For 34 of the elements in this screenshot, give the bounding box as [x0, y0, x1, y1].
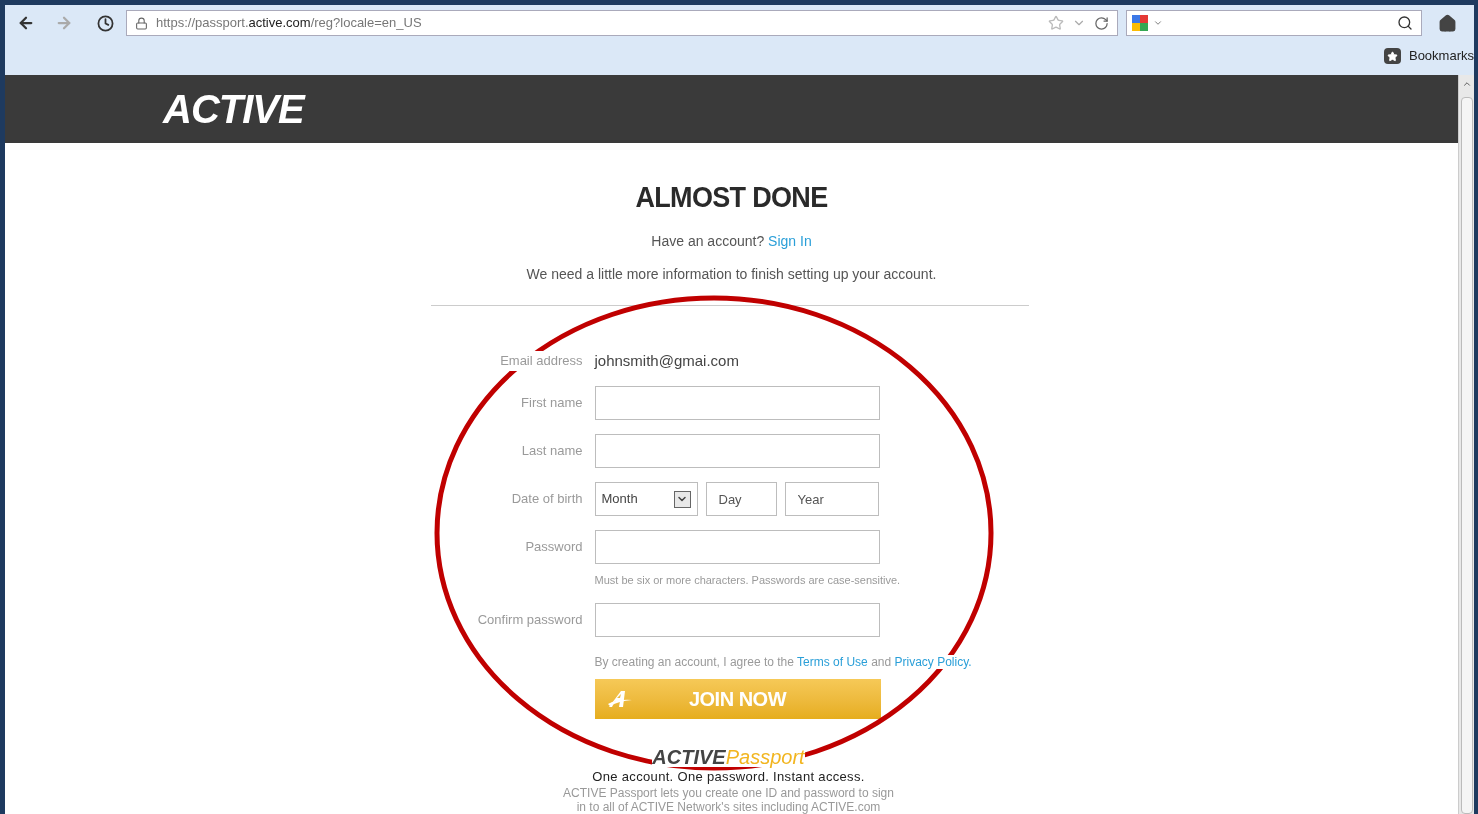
- home-icon[interactable]: [1438, 13, 1457, 33]
- email-value: johnsmith@gmai.com: [594, 350, 739, 371]
- dropdown-icon: [673, 490, 691, 508]
- scrollbar[interactable]: [1458, 75, 1474, 814]
- forward-icon[interactable]: [55, 14, 73, 32]
- url-text: https://passport.active.com/reg?locale=en_US: [156, 14, 423, 33]
- input-field[interactable]: [594, 530, 880, 564]
- password-hint: Must be six or more characters. Passwords are case-sensitive.: [594, 573, 902, 588]
- tagline: One account. One password. Instant access.: [592, 768, 865, 786]
- back-icon[interactable]: [17, 14, 35, 32]
- month-select[interactable]: Month: [594, 482, 698, 516]
- intro-text: We need a little more information to finish setting up your account.: [526, 265, 937, 284]
- lock-icon: [135, 16, 148, 30]
- input-field[interactable]: [594, 386, 880, 420]
- input-field[interactable]: [594, 434, 880, 468]
- terms-text: By creating an account, I agree to the Terms of Use and Privacy Policy.: [594, 653, 973, 671]
- page-title: ALMOST DONE: [635, 179, 828, 215]
- history-icon[interactable]: [97, 14, 114, 32]
- scroll-up-icon[interactable]: [1461, 79, 1472, 89]
- search-icon[interactable]: [1397, 15, 1413, 31]
- year-field[interactable]: Year: [784, 482, 879, 516]
- address-bar[interactable]: https://passport.active.com/reg?locale=en_US: [126, 10, 1118, 36]
- dropdown-icon[interactable]: [1153, 18, 1163, 28]
- bookmark-star-icon[interactable]: [1048, 15, 1064, 31]
- reload-icon[interactable]: [1094, 15, 1109, 31]
- passport-description: ACTIVE Passport lets you create one ID and password to sign in to all of ACTIVE Network's sites including ACTIVE.com: [562, 786, 895, 814]
- bookmarks-button[interactable]: Bookmarks: [1383, 46, 1474, 66]
- day-field[interactable]: Day: [705, 482, 777, 516]
- field-label: Email address: [500, 351, 583, 371]
- search-engine-icon[interactable]: [1131, 14, 1149, 32]
- account-prompt: Have an account?: [651, 233, 765, 249]
- logo[interactable]: ACTIVE: [163, 78, 304, 139]
- search-bar[interactable]: [1126, 10, 1422, 36]
- input-field[interactable]: [594, 602, 880, 637]
